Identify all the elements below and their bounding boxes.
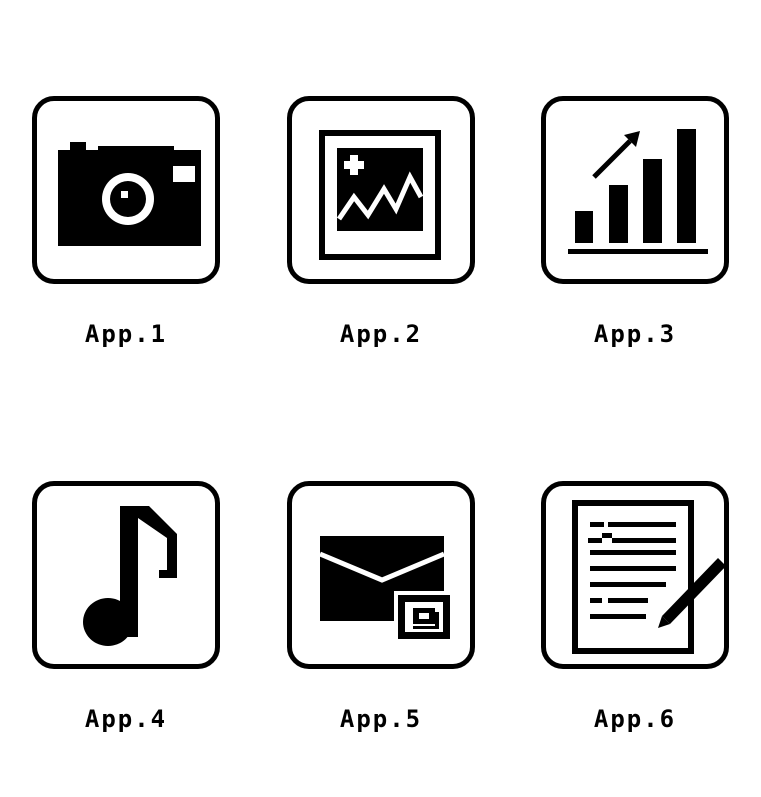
music-note-icon	[83, 506, 177, 646]
app-1-label: App.1	[84, 320, 168, 348]
mail-icon	[319, 536, 454, 643]
picture-icon	[319, 130, 441, 260]
app-2-label: App.2	[339, 320, 423, 348]
app-5-button[interactable]	[287, 481, 475, 669]
app-3-button[interactable]	[541, 96, 729, 284]
app-4-button[interactable]	[32, 481, 220, 669]
app-3-label: App.3	[593, 320, 677, 348]
app-1-button[interactable]	[32, 96, 220, 284]
app-4-label: App.4	[84, 705, 168, 733]
app-2-button[interactable]	[287, 96, 475, 284]
app-6-label: App.6	[593, 705, 677, 733]
document-edit-icon	[572, 500, 724, 654]
app-5-label: App.5	[339, 705, 423, 733]
camera-icon	[58, 142, 201, 246]
bar-chart-icon	[568, 129, 708, 254]
app-6-button[interactable]	[541, 481, 729, 669]
